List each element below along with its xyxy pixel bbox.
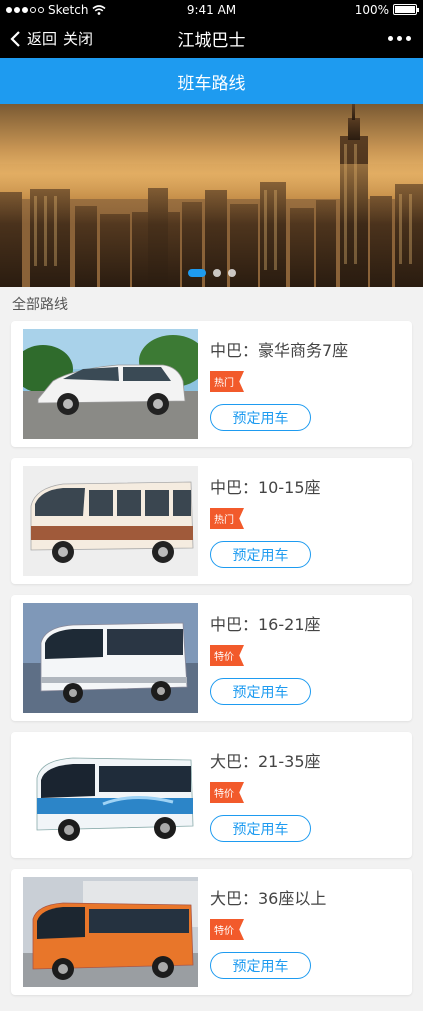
route-name: 中巴：10-15座: [210, 478, 321, 497]
route-tag-badge: 热门: [210, 508, 244, 529]
status-right: 100%: [354, 2, 419, 17]
page-title-bar: 班车路线: [0, 58, 423, 104]
route-info: 中巴：豪华商务7座 热门 预定用车: [210, 337, 400, 431]
route-list: 中巴：豪华商务7座 热门 预定用车 中巴：10-15座 热门 预定用车 中巴：1…: [0, 321, 423, 995]
nav-left: 返回 关闭: [10, 28, 93, 49]
status-time: 9:41 AM: [186, 2, 237, 17]
vehicle-image-orange-bus: [23, 877, 198, 987]
book-vehicle-button[interactable]: 预定用车: [210, 541, 311, 568]
route-tag-badge: 特价: [210, 919, 244, 940]
banner-carousel[interactable]: [0, 104, 423, 287]
vehicle-image-blue-bus: [23, 740, 198, 850]
battery-percent: 100%: [354, 2, 389, 17]
city-skyline-image: [0, 104, 423, 287]
status-left: Sketch: [6, 3, 106, 17]
book-vehicle-button[interactable]: 预定用车: [210, 815, 311, 842]
close-button[interactable]: 关闭: [63, 28, 93, 49]
route-info: 中巴：16-21座 特价 预定用车: [210, 611, 400, 705]
route-name: 中巴：16-21座: [210, 615, 321, 634]
vehicle-image-mpv: [23, 329, 198, 439]
status-bar: Sketch 9:41 AM 100%: [0, 0, 423, 19]
carousel-dot[interactable]: [187, 269, 206, 277]
section-label-text: 全部路线: [12, 297, 68, 313]
route-info: 大巴：36座以上 特价 预定用车: [210, 885, 400, 979]
nav-bar: 返回 关闭 江城巴士: [0, 19, 423, 58]
route-tag-badge: 特价: [210, 782, 244, 803]
battery-fill: [395, 6, 415, 13]
carousel-dot[interactable]: [212, 269, 221, 277]
route-name: 大巴：36座以上: [210, 889, 327, 908]
book-vehicle-button[interactable]: 预定用车: [210, 952, 311, 979]
route-name: 中巴：豪华商务7座: [210, 341, 349, 360]
back-button[interactable]: 返回: [27, 28, 57, 49]
battery-icon: [393, 4, 419, 15]
app-title: 江城巴士: [177, 31, 246, 51]
section-label: 全部路线: [0, 287, 423, 321]
more-icon[interactable]: [386, 30, 413, 47]
route-card[interactable]: 中巴：16-21座 特价 预定用车: [11, 595, 412, 721]
route-card[interactable]: 大巴：21-35座 特价 预定用车: [11, 732, 412, 858]
carrier-label: Sketch: [48, 2, 89, 17]
page-title: 班车路线: [177, 73, 246, 94]
vehicle-image-coach: [23, 603, 198, 713]
back-chevron-icon[interactable]: [10, 30, 21, 48]
route-tag-badge: 特价: [210, 645, 244, 666]
route-card[interactable]: 中巴：10-15座 热门 预定用车: [11, 458, 412, 584]
book-vehicle-button[interactable]: 预定用车: [210, 404, 311, 431]
book-vehicle-button[interactable]: 预定用车: [210, 678, 311, 705]
vehicle-image-minibus: [23, 466, 198, 576]
carousel-indicator: [187, 269, 236, 277]
route-info: 大巴：21-35座 特价 预定用车: [210, 748, 400, 842]
wifi-icon: [92, 4, 106, 15]
carousel-dot[interactable]: [227, 269, 236, 277]
route-name: 大巴：21-35座: [210, 752, 321, 771]
route-info: 中巴：10-15座 热门 预定用车: [210, 474, 400, 568]
route-tag-badge: 热门: [210, 371, 244, 392]
route-card[interactable]: 中巴：豪华商务7座 热门 预定用车: [11, 321, 412, 447]
signal-icon: [6, 6, 44, 13]
route-card[interactable]: 大巴：36座以上 特价 预定用车: [11, 869, 412, 995]
